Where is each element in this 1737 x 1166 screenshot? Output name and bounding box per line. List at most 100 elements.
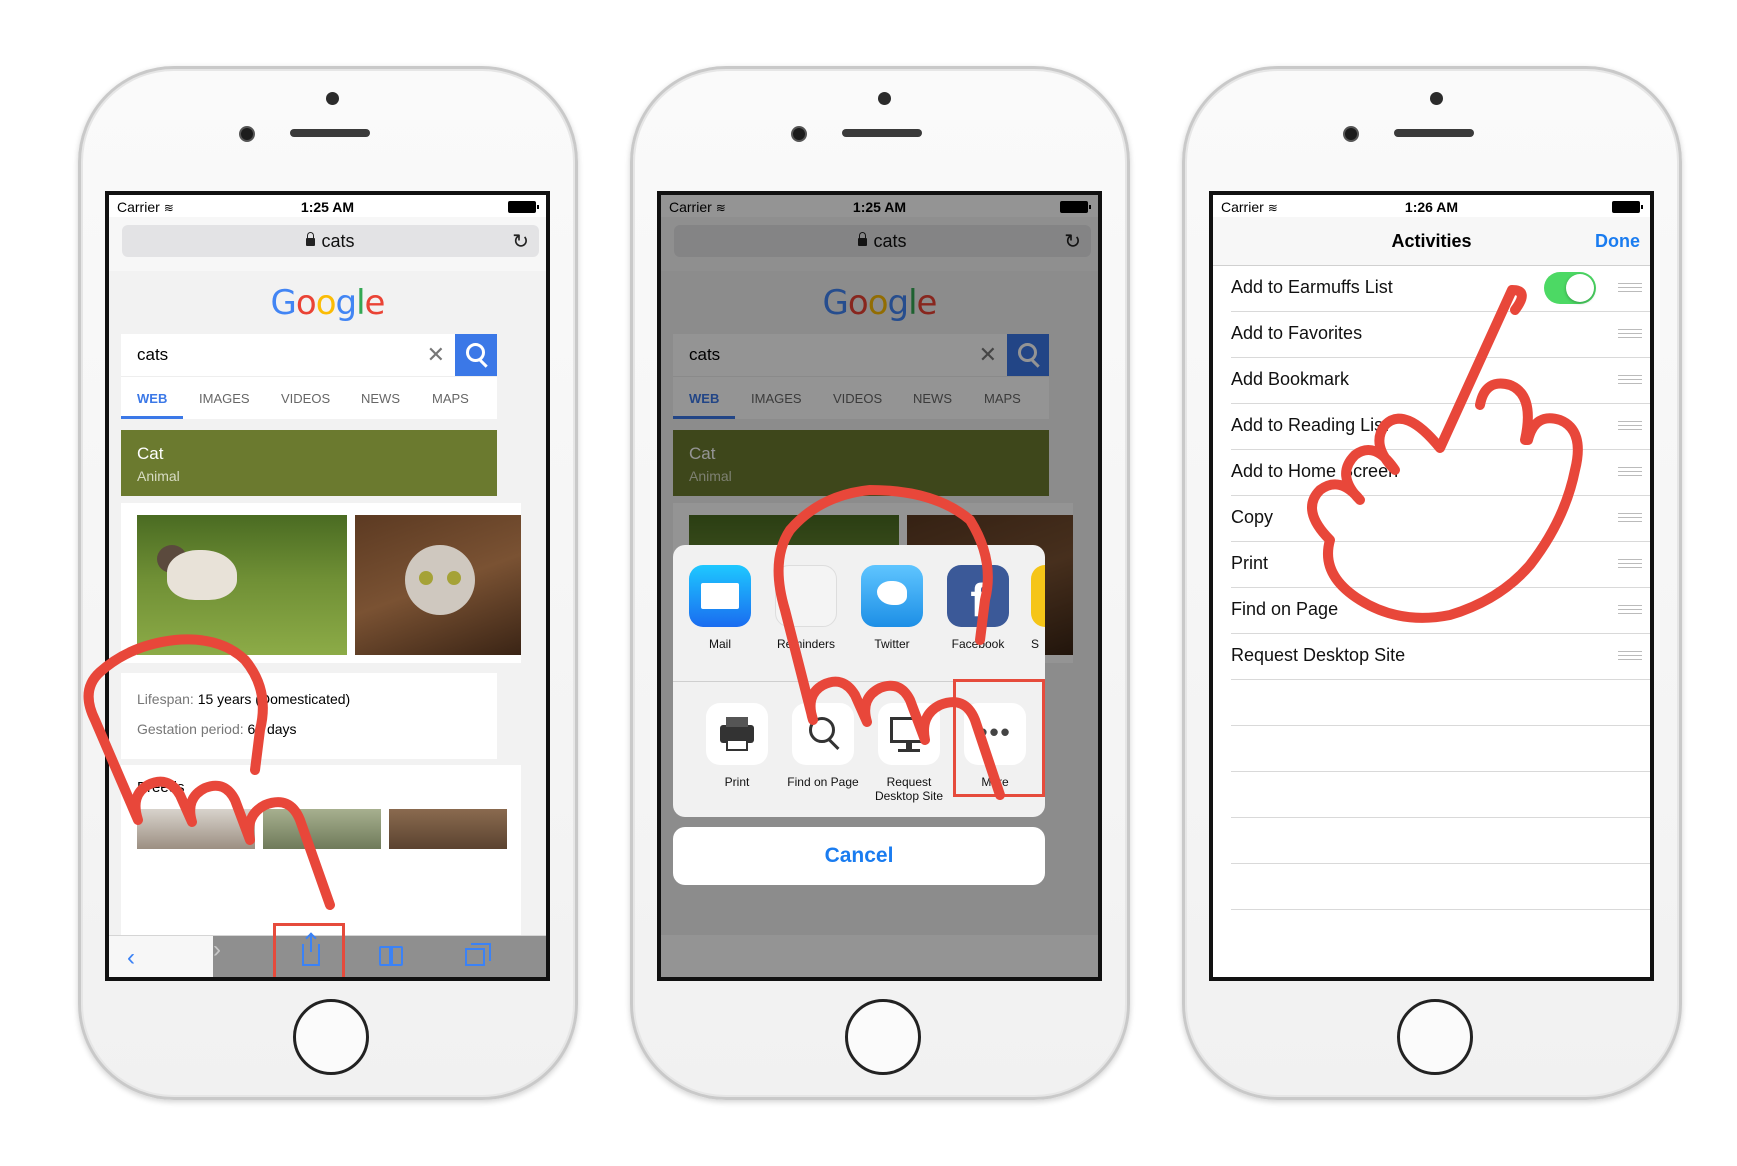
activity-label: Copy <box>1231 507 1274 527</box>
cancel-button[interactable]: Cancel <box>673 827 1045 885</box>
share-sheet: Mail Reminders Twitter f Facebook S Prin… <box>673 545 1045 817</box>
url-text: cats <box>321 231 355 251</box>
breeds-section: Breeds <box>121 765 521 935</box>
activity-row[interactable]: Request Desktop Site <box>1231 633 1650 680</box>
reorder-handle-icon[interactable] <box>1618 329 1642 338</box>
empty-row <box>1231 863 1650 910</box>
logo-letter: l <box>356 283 366 323</box>
share-app-twitter[interactable]: Twitter <box>859 565 925 651</box>
activity-row[interactable]: Copy <box>1231 495 1650 542</box>
share-app-label: Twitter <box>874 637 910 651</box>
screen: Carrier ≋ 1:26 AM Activities Done Add to … <box>1209 191 1654 981</box>
share-app-reminders[interactable]: Reminders <box>773 565 839 651</box>
reorder-handle-icon[interactable] <box>1618 651 1642 660</box>
reorder-handle-icon[interactable] <box>1618 559 1642 568</box>
search-button[interactable] <box>455 334 497 376</box>
printer-icon <box>706 703 768 765</box>
reorder-handle-icon[interactable] <box>1618 283 1642 292</box>
activity-row[interactable]: Add to Favorites <box>1231 311 1650 358</box>
tab-maps[interactable]: MAPS <box>432 391 469 406</box>
home-button[interactable] <box>293 999 369 1075</box>
gestation-label: Gestation period: <box>137 721 244 737</box>
activity-row[interactable]: Find on Page <box>1231 587 1650 634</box>
activity-row[interactable]: Add to Reading List <box>1231 403 1650 450</box>
share-action-request-desktop-site[interactable]: Request Desktop Site <box>869 703 949 803</box>
activity-row[interactable]: Add to Home Screen <box>1231 449 1650 496</box>
empty-row <box>1231 679 1650 726</box>
home-button[interactable] <box>845 999 921 1075</box>
more-button-highlight <box>953 679 1045 797</box>
knowledge-card-header[interactable]: Cat Animal <box>121 430 497 496</box>
activity-label: Add to Home Screen <box>1231 461 1399 481</box>
breed-thumbnail[interactable] <box>263 809 381 849</box>
proximity-sensor <box>878 92 891 105</box>
status-bar: Carrier ≋ 1:26 AM <box>1213 195 1650 217</box>
earpiece-speaker <box>842 129 922 137</box>
breed-thumbnail[interactable] <box>389 809 507 849</box>
reorder-handle-icon[interactable] <box>1618 421 1642 430</box>
monitor-icon <box>878 703 940 765</box>
reorder-handle-icon[interactable] <box>1618 513 1642 522</box>
empty-row <box>1231 771 1650 818</box>
tab-news[interactable]: NEWS <box>361 391 400 406</box>
proximity-sensor <box>326 92 339 105</box>
mail-icon <box>689 565 751 627</box>
card-subtitle: Animal <box>137 468 180 484</box>
tab-videos[interactable]: VIDEOS <box>281 391 330 406</box>
safari-address-area: cats ↻ <box>109 217 546 272</box>
share-app-facebook[interactable]: f Facebook <box>945 565 1011 651</box>
share-app-mail[interactable]: Mail <box>687 565 753 651</box>
reorder-handle-icon[interactable] <box>1618 605 1642 614</box>
activity-row[interactable]: Add Bookmark <box>1231 357 1650 404</box>
earpiece-speaker <box>290 129 370 137</box>
address-bar[interactable]: cats ↻ <box>122 225 539 257</box>
activity-label: Add to Earmuffs List <box>1231 277 1393 297</box>
search-input[interactable]: cats ✕ <box>121 334 455 376</box>
share-action-label: Print <box>724 775 750 789</box>
share-button-highlight <box>273 923 345 977</box>
battery-icon <box>508 201 539 213</box>
gestation-value: 66 days <box>247 721 297 737</box>
tab-web[interactable]: WEB <box>137 391 167 406</box>
tabs-icon[interactable] <box>465 943 491 966</box>
done-button[interactable]: Done <box>1595 231 1640 252</box>
battery-icon <box>1612 201 1643 213</box>
activity-label: Add to Favorites <box>1231 323 1363 343</box>
share-app-partial[interactable]: S <box>1031 565 1045 651</box>
activity-row[interactable]: Print <box>1231 541 1650 588</box>
partial-app-icon <box>1031 565 1045 627</box>
reorder-handle-icon[interactable] <box>1618 375 1642 384</box>
tab-images[interactable]: IMAGES <box>199 391 250 406</box>
activity-toggle[interactable] <box>1544 272 1596 304</box>
bookmarks-icon[interactable] <box>379 946 405 966</box>
activity-label: Print <box>1231 553 1269 573</box>
empty-row <box>1231 817 1650 864</box>
lock-icon <box>306 232 316 246</box>
phone-2: Carrier ≋ 1:25 AM cats ↻ Google cats ✕ WE… <box>630 66 1130 1100</box>
share-action-print[interactable]: Print <box>697 703 777 789</box>
screen: Carrier ≋ 1:25 AM cats ↻ Google cats ✕ WE… <box>105 191 550 981</box>
breed-thumbnail[interactable] <box>137 809 255 849</box>
cat-photo[interactable] <box>355 515 521 655</box>
phone-1: Carrier ≋ 1:25 AM cats ↻ Google cats ✕ WE… <box>78 66 578 1100</box>
lifespan-label: Lifespan: <box>137 691 194 707</box>
navigation-bar: Activities Done <box>1213 217 1650 266</box>
activity-row[interactable]: Add to Earmuffs List <box>1231 265 1650 312</box>
share-action-find-on-page[interactable]: Find on Page <box>783 703 863 789</box>
back-icon[interactable]: ‹ <box>127 944 135 972</box>
logo-letter: G <box>270 283 297 323</box>
activity-label: Add to Reading List <box>1231 415 1389 435</box>
front-camera <box>1343 126 1359 142</box>
activity-label: Find on Page <box>1231 599 1339 619</box>
reorder-handle-icon[interactable] <box>1618 467 1642 476</box>
reload-icon[interactable]: ↻ <box>512 229 529 254</box>
activity-label: Request Desktop Site <box>1231 645 1406 665</box>
status-bar: Carrier ≋ 1:25 AM <box>109 195 546 217</box>
home-button[interactable] <box>1397 999 1473 1075</box>
activity-label: Add Bookmark <box>1231 369 1350 389</box>
card-title: Cat <box>137 444 164 463</box>
front-camera <box>791 126 807 142</box>
cat-photo[interactable] <box>137 515 347 655</box>
facebook-icon: f <box>947 565 1009 627</box>
clear-icon[interactable]: ✕ <box>427 342 445 368</box>
